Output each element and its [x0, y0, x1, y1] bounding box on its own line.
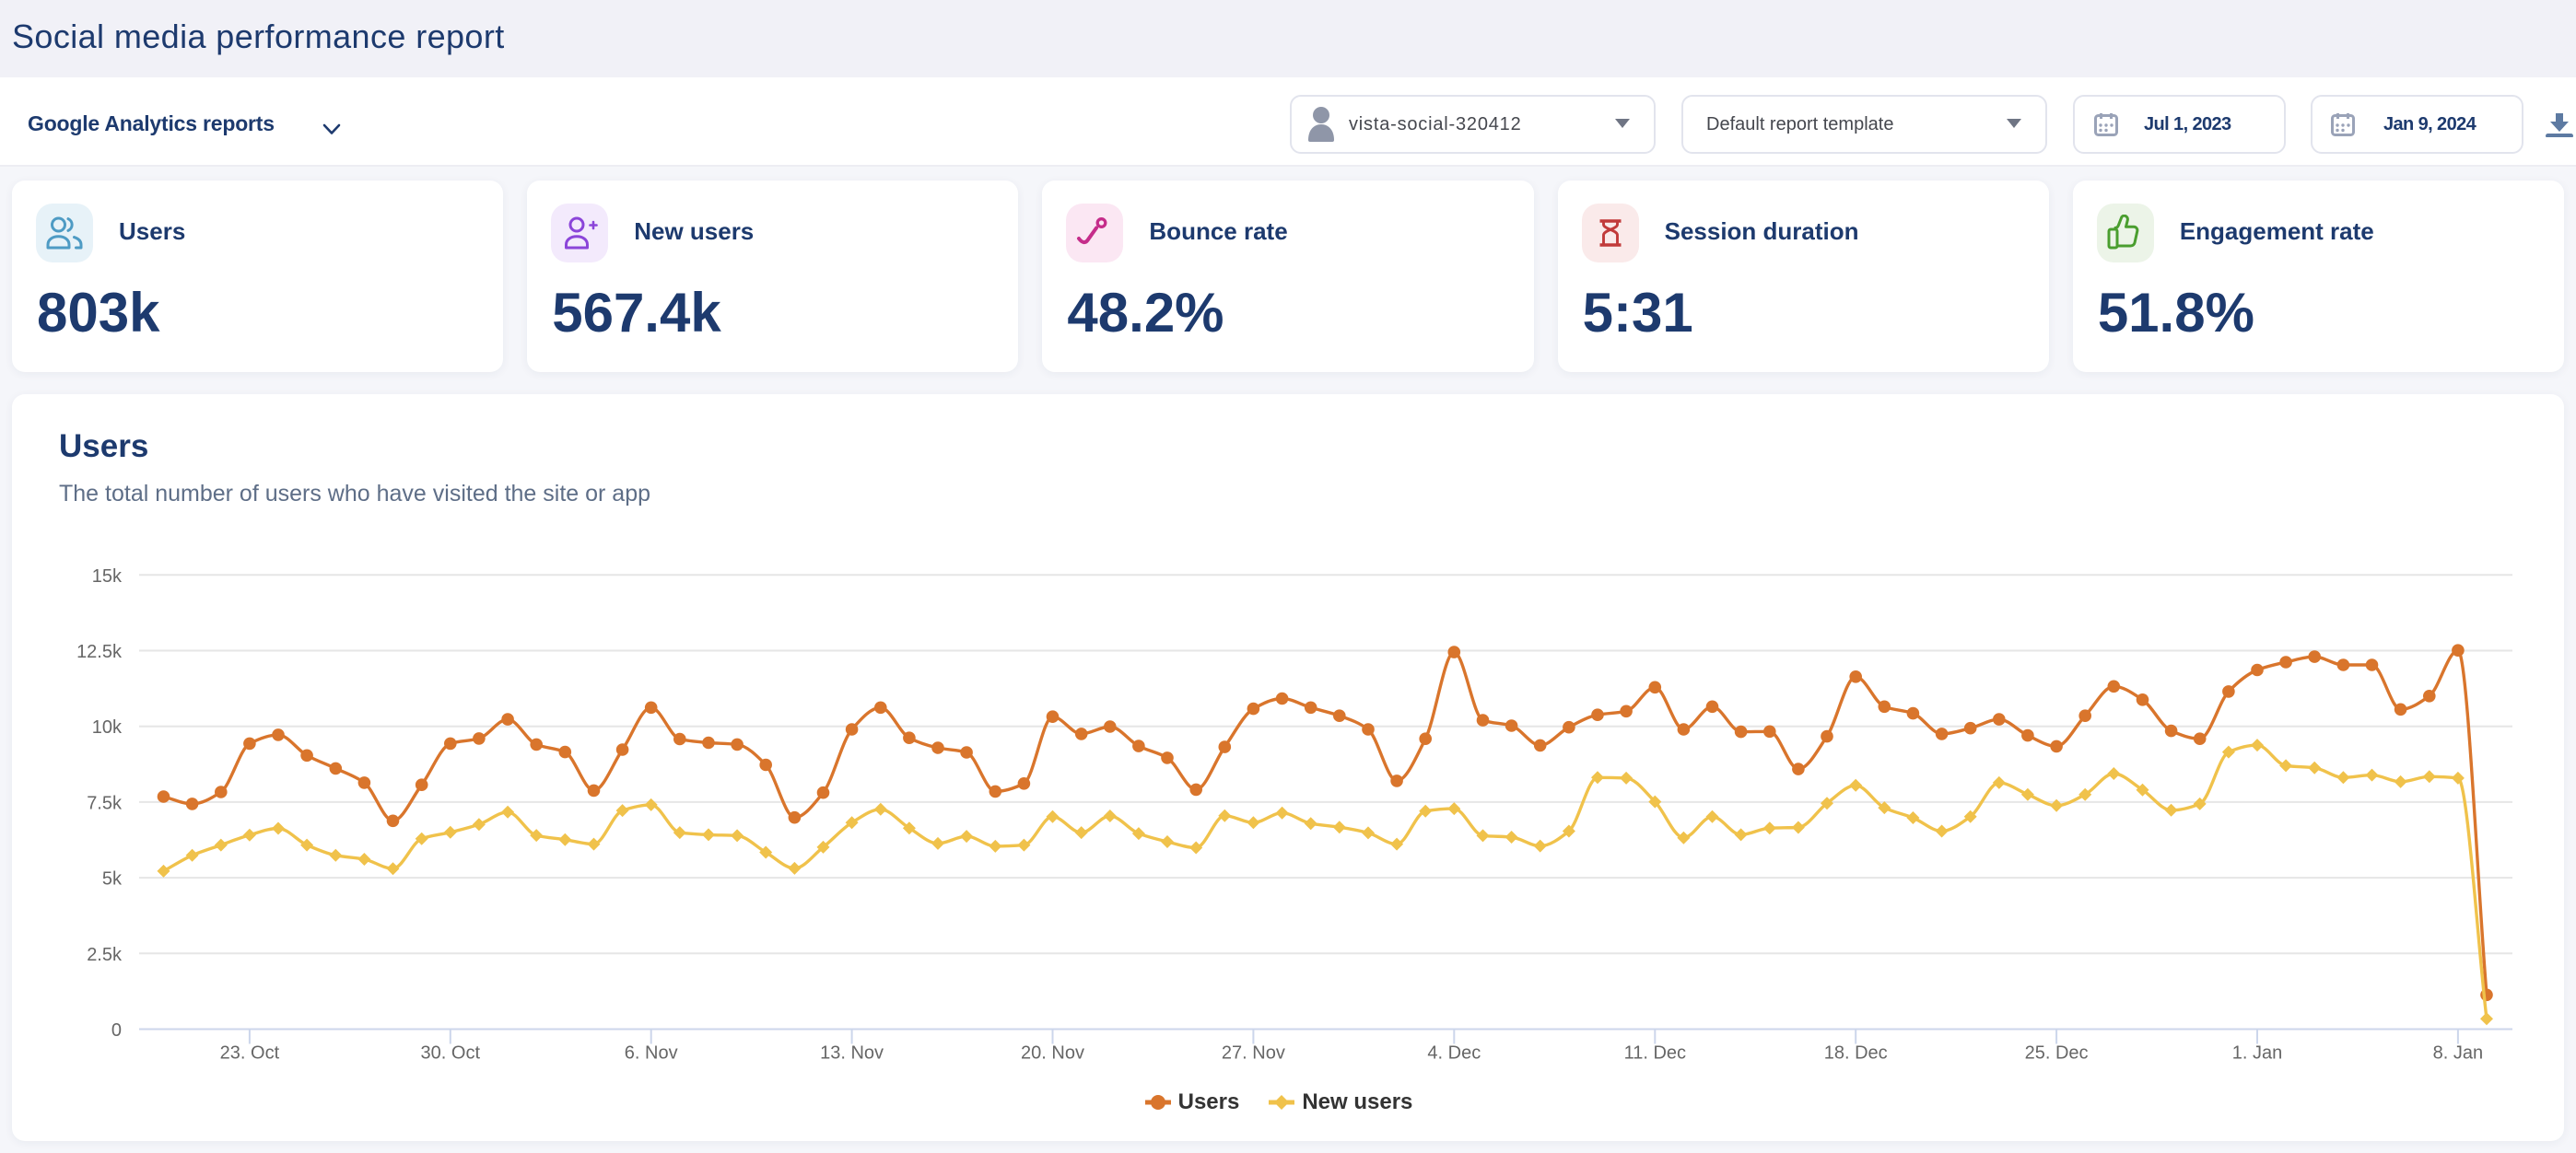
svg-text:15k: 15k: [92, 566, 123, 587]
svg-text:13. Nov: 13. Nov: [820, 1043, 884, 1064]
svg-text:4. Dec: 4. Dec: [1427, 1043, 1481, 1064]
svg-text:12.5k: 12.5k: [76, 642, 123, 662]
svg-text:11. Dec: 11. Dec: [1624, 1043, 1686, 1064]
svg-text:1. Jan: 1. Jan: [2232, 1043, 2282, 1064]
svg-text:7.5k: 7.5k: [87, 793, 123, 813]
svg-text:6. Nov: 6. Nov: [625, 1043, 678, 1064]
svg-text:27. Nov: 27. Nov: [1222, 1043, 1285, 1064]
svg-text:20. Nov: 20. Nov: [1021, 1043, 1084, 1064]
svg-text:23. Oct: 23. Oct: [220, 1043, 280, 1064]
svg-text:25. Dec: 25. Dec: [2025, 1043, 2089, 1064]
svg-text:10k: 10k: [92, 717, 123, 738]
svg-text:5k: 5k: [102, 869, 123, 890]
svg-text:0: 0: [111, 1020, 122, 1041]
svg-text:30. Oct: 30. Oct: [421, 1043, 481, 1064]
svg-text:18. Dec: 18. Dec: [1824, 1043, 1888, 1064]
svg-text:8. Jan: 8. Jan: [2433, 1043, 2483, 1064]
svg-text:2.5k: 2.5k: [87, 945, 123, 965]
